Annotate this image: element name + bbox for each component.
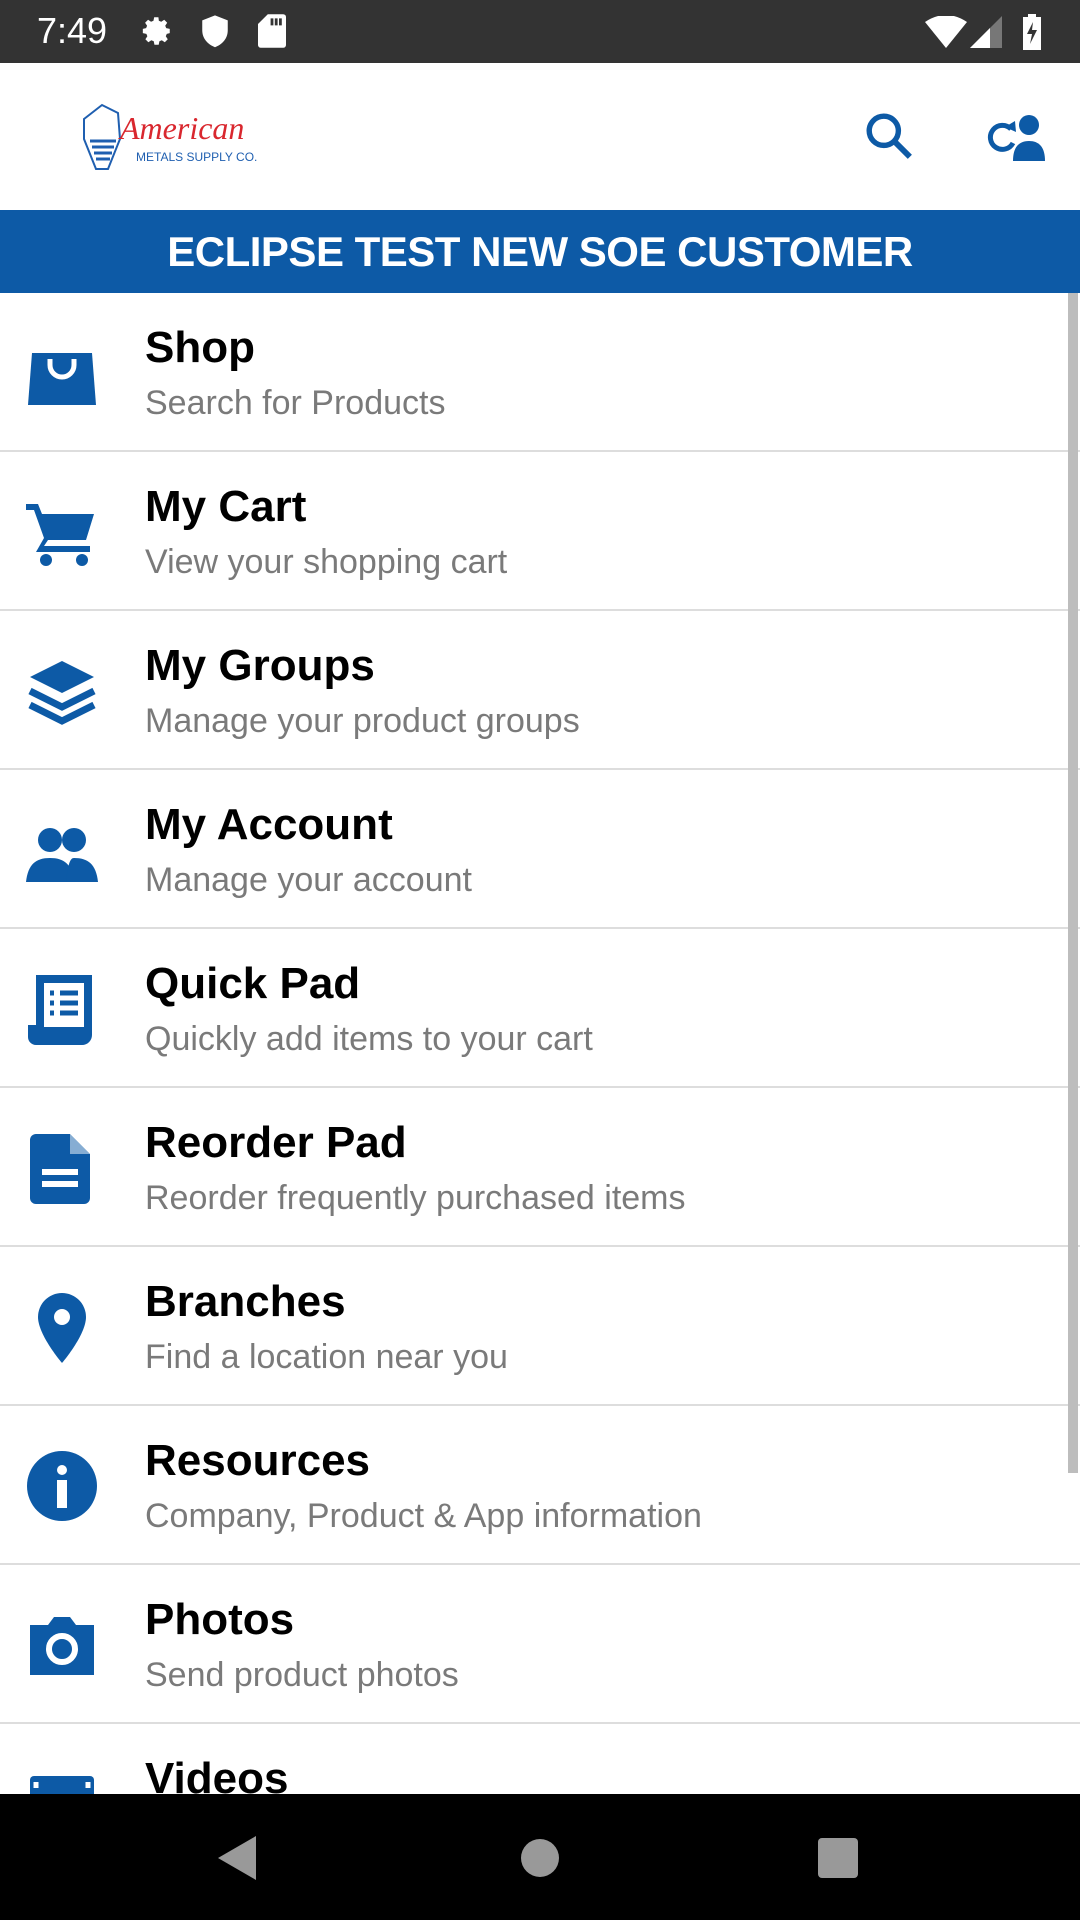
menu-item-subtitle: Search for Products: [145, 384, 446, 422]
users-icon: [26, 828, 98, 882]
menu-item-title: My Account: [145, 800, 393, 849]
menu-item-subtitle: Send product photos: [145, 1656, 459, 1694]
shopping-bag-icon: [28, 353, 96, 405]
menu-item-reorder-pad[interactable]: Reorder Pad Reorder frequently purchased…: [0, 1088, 1080, 1247]
menu-item-subtitle: Quickly add items to your cart: [145, 1020, 593, 1058]
menu-item-title: Resources: [145, 1436, 371, 1485]
info-icon: [27, 1451, 97, 1521]
switch-account-icon[interactable]: [985, 113, 1047, 161]
menu-item-branches[interactable]: Branches Find a location near you: [0, 1247, 1080, 1406]
gear-icon: [142, 17, 170, 45]
main-menu: Shop Search for Products My Cart View yo…: [0, 293, 1080, 1794]
company-logo[interactable]: American METALS SUPPLY CO.: [78, 99, 278, 179]
menu-item-my-cart[interactable]: My Cart View your shopping cart: [0, 452, 1080, 611]
menu-item-subtitle: Manage your product groups: [145, 702, 580, 740]
navigation-bar: [0, 1794, 1080, 1920]
menu-item-my-groups[interactable]: My Groups Manage your product groups: [0, 611, 1080, 770]
search-icon[interactable]: [864, 111, 914, 161]
recents-icon[interactable]: [818, 1838, 858, 1878]
svg-text:METALS SUPPLY CO.: METALS SUPPLY CO.: [136, 150, 257, 164]
svg-text:American: American: [118, 110, 244, 146]
film-icon: [30, 1776, 94, 1794]
menu-item-title: Photos: [145, 1595, 295, 1644]
menu-item-subtitle: View your shopping cart: [145, 543, 508, 581]
back-icon[interactable]: [218, 1836, 258, 1880]
shield-icon: [202, 15, 228, 48]
menu-item-subtitle: Company, Product & App information: [145, 1497, 702, 1535]
menu-item-subtitle: Reorder frequently purchased items: [145, 1179, 686, 1217]
menu-item-title: My Cart: [145, 482, 307, 531]
menu-item-title: Videos: [145, 1754, 289, 1794]
menu-item-title: Reorder Pad: [145, 1118, 407, 1167]
app-header: American METALS SUPPLY CO.: [0, 63, 1080, 210]
layers-icon: [28, 661, 96, 725]
list-document-icon: [28, 975, 92, 1045]
menu-item-videos[interactable]: Videos: [0, 1724, 1080, 1794]
clock: 7:49: [37, 10, 108, 51]
menu-item-quick-pad[interactable]: Quick Pad Quickly add items to your cart: [0, 929, 1080, 1088]
menu-item-title: Branches: [145, 1277, 346, 1326]
sd-card-icon: [258, 14, 286, 48]
menu-item-subtitle: Find a location near you: [145, 1338, 508, 1376]
status-bar: 7:49: [0, 0, 1080, 63]
cart-icon: [26, 504, 94, 566]
menu-item-title: Shop: [145, 323, 255, 372]
menu-item-title: My Groups: [145, 641, 375, 690]
menu-item-subtitle: Manage your account: [145, 861, 472, 899]
menu-item-resources[interactable]: Resources Company, Product & App informa…: [0, 1406, 1080, 1565]
menu-item-photos[interactable]: Photos Send product photos: [0, 1565, 1080, 1724]
camera-icon: [30, 1617, 94, 1675]
menu-item-shop[interactable]: Shop Search for Products: [0, 293, 1080, 452]
wifi-icon: [925, 16, 967, 48]
menu-item-title: Quick Pad: [145, 959, 361, 1008]
signal-icon: [970, 16, 1002, 48]
customer-banner: ECLIPSE TEST NEW SOE CUSTOMER: [0, 210, 1080, 293]
file-icon: [30, 1134, 90, 1204]
home-icon[interactable]: [520, 1838, 560, 1878]
battery-charging-icon: [1023, 14, 1041, 50]
scrollbar[interactable]: [1068, 293, 1078, 1473]
menu-item-my-account[interactable]: My Account Manage your account: [0, 770, 1080, 929]
map-pin-icon: [38, 1293, 86, 1363]
